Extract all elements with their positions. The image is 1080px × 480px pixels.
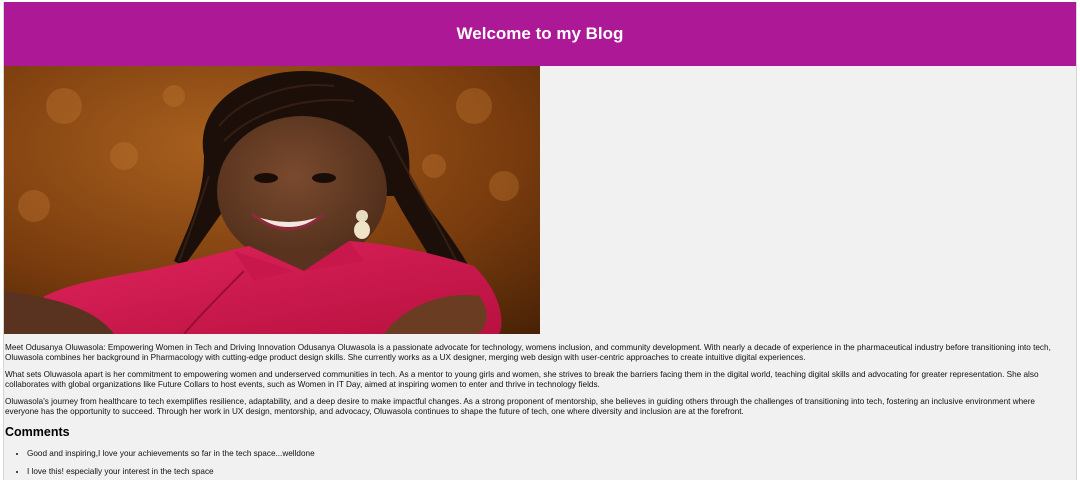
comments-list: Good and inspiring,I love your achieveme… xyxy=(5,449,1069,477)
blog-header: Welcome to my Blog xyxy=(4,2,1076,66)
page-frame: Welcome to my Blog Meet Odusanya Oluwaso… xyxy=(3,2,1077,480)
article-paragraph: Oluwasola's journey from healthcare to t… xyxy=(5,397,1035,416)
comment-item: Good and inspiring,I love your achieveme… xyxy=(27,449,1069,459)
comments-heading: Comments xyxy=(5,424,70,439)
author-photo xyxy=(4,66,540,334)
page-title: Welcome to my Blog xyxy=(456,24,624,43)
article-paragraph: What sets Oluwasola apart is her commitm… xyxy=(5,370,1039,389)
comment-item: I love this! especially your interest in… xyxy=(27,467,1069,477)
blog-content: Meet Odusanya Oluwasola: Empowering Wome… xyxy=(4,334,1069,477)
article-paragraph: Meet Odusanya Oluwasola: Empowering Wome… xyxy=(5,343,1051,362)
